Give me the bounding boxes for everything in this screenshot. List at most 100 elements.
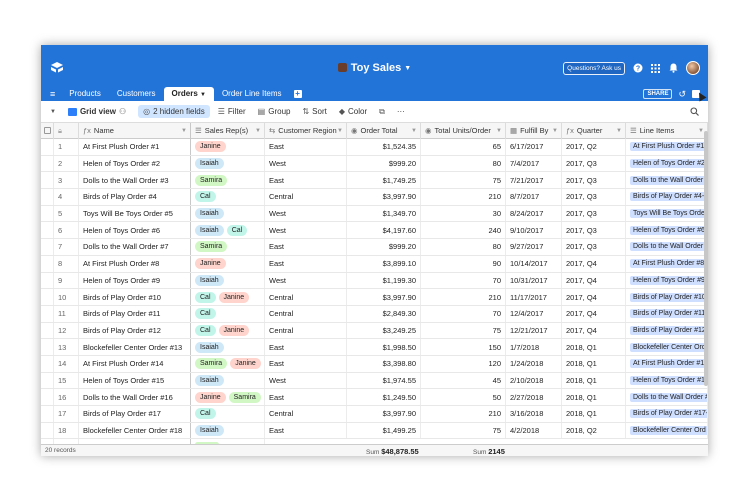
cell-reps[interactable]: Isaiah [191, 339, 265, 355]
cell-lines[interactable]: Birds of Play Order #12- [626, 322, 708, 339]
cell-region[interactable]: East [265, 339, 347, 355]
cell-quarter[interactable]: 2017, Q2 [562, 139, 626, 155]
table-row[interactable]: 10 Birds of Play Order #10 Cal Janine Centra… [41, 289, 708, 306]
row-checkbox-cell[interactable] [41, 239, 54, 255]
bell-icon[interactable] [668, 63, 679, 74]
cell-name[interactable]: Toys Will Be Toys Order #5 [79, 205, 191, 222]
cell-name[interactable]: Helen of Toys Order #6 [79, 222, 191, 239]
cell-units[interactable]: 210 [421, 189, 506, 205]
cell-reps[interactable]: Isaiah [191, 205, 265, 222]
cell-quarter[interactable]: 2017, Q3 [562, 155, 626, 172]
cell-quarter[interactable]: 2018, Q2 [562, 422, 626, 439]
row-checkbox-cell[interactable] [41, 205, 54, 222]
table-row[interactable]: 18 Blockefeller Center Order #18 Isaiah Eas… [41, 422, 708, 440]
cell-fulfill[interactable]: 9/10/2017 [506, 222, 562, 239]
view-switcher-toggle[interactable]: ▼ [50, 109, 56, 115]
cell-quarter[interactable]: 2017, Q4 [562, 255, 626, 272]
cell-reps[interactable]: Cal [191, 406, 265, 422]
cell-lines[interactable]: Birds of Play Order #4- [626, 189, 708, 205]
group-button[interactable]: ▤ Group [258, 107, 291, 116]
cell-name[interactable]: Dolls to the Wall Order #7 [79, 239, 191, 255]
cell-fulfill[interactable]: 6/17/2017 [506, 139, 562, 155]
column-header-total[interactable]: ◉ Order Total ▼ [347, 123, 421, 139]
view-name-button[interactable]: Grid view ⚇ [67, 107, 126, 116]
chevron-down-icon[interactable]: ▼ [496, 123, 502, 139]
more-options-button[interactable]: ··· [397, 107, 405, 116]
cell-units[interactable]: 70 [421, 305, 506, 322]
cell-total[interactable]: $2,849.30 [347, 305, 421, 322]
cell-quarter[interactable]: 2018, Q1 [562, 389, 626, 405]
select-all-checkbox[interactable] [41, 123, 54, 139]
cell-fulfill[interactable]: 2/27/2018 [506, 389, 562, 405]
cell-fulfill[interactable]: 7/4/2017 [506, 155, 562, 172]
cell-lines[interactable]: At First Plush Order #1- [626, 139, 708, 155]
cell-lines[interactable]: Helen of Toys Order #15 [626, 372, 708, 389]
cell-quarter[interactable]: 2018, Q1 [562, 406, 626, 422]
color-button[interactable]: ◆ Color [339, 107, 367, 116]
tab-order-line-items[interactable]: Order Line Items [214, 87, 290, 101]
cell-name[interactable]: Dolls to the Wall Order #3 [79, 172, 191, 189]
cell-region[interactable]: Central [265, 322, 347, 339]
cell-name[interactable]: Dolls to the Wall Order #16 [79, 389, 191, 405]
column-header-region[interactable]: ⇆ Customer Region ▼ [265, 123, 347, 139]
cell-units[interactable]: 150 [421, 339, 506, 355]
cell-total[interactable]: $3,997.90 [347, 189, 421, 205]
tab-orders[interactable]: Orders ▼ [163, 87, 214, 101]
row-checkbox-cell[interactable] [41, 222, 54, 239]
row-checkbox-cell[interactable] [41, 155, 54, 172]
cell-total[interactable]: $1,974.55 [347, 372, 421, 389]
cell-region[interactable]: West [265, 372, 347, 389]
cell-region[interactable]: Central [265, 305, 347, 322]
cell-reps[interactable]: Isaiah Cal [191, 222, 265, 239]
sum-order-total[interactable]: Sum $48,878.55 [366, 447, 419, 456]
hidden-fields-button[interactable]: ◎ 2 hidden fields [138, 105, 210, 118]
cell-total[interactable]: $1,998.50 [347, 339, 421, 355]
ask-us-button[interactable]: Questions? Ask us [563, 61, 625, 75]
row-checkbox-cell[interactable] [41, 322, 54, 339]
cell-name[interactable]: Helen of Toys Order #9 [79, 272, 191, 289]
cell-quarter[interactable]: 2018, Q1 [562, 372, 626, 389]
cell-region[interactable]: Central [265, 406, 347, 422]
column-header-reps[interactable]: ☰ Sales Rep(s) ▼ [191, 123, 265, 139]
cell-lines[interactable]: Dolls to the Wall Order # [626, 239, 708, 255]
column-header-quarter[interactable]: ƒx Quarter ▼ [562, 123, 626, 139]
table-row[interactable]: 1 At First Plush Order #1 Janine East $1,524… [41, 139, 708, 156]
cell-reps[interactable]: Isaiah [191, 272, 265, 289]
cell-quarter[interactable]: 2017, Q3 [562, 189, 626, 205]
cell-region[interactable]: East [265, 355, 347, 372]
table-row[interactable]: 13 Blockefeller Center Order #13 Isaiah Eas… [41, 339, 708, 356]
cell-fulfill[interactable]: 12/4/2017 [506, 305, 562, 322]
cell-reps[interactable]: Janine [191, 255, 265, 272]
table-row[interactable]: 17 Birds of Play Order #17 Cal Central $3,99… [41, 406, 708, 423]
row-checkbox-cell[interactable] [41, 422, 54, 439]
row-checkbox-cell[interactable] [41, 406, 54, 422]
cell-fulfill[interactable]: 12/21/2017 [506, 322, 562, 339]
cell-fulfill[interactable]: 3/16/2018 [506, 406, 562, 422]
chevron-down-icon[interactable]: ▼ [616, 123, 622, 139]
table-row[interactable]: 11 Birds of Play Order #11 Cal Central $2,84… [41, 305, 708, 323]
cell-units[interactable]: 75 [421, 322, 506, 339]
share-button[interactable]: SHARE [643, 89, 673, 99]
cell-region[interactable]: East [265, 389, 347, 405]
cell-fulfill[interactable]: 11/17/2017 [506, 289, 562, 305]
cell-total[interactable]: $1,249.50 [347, 389, 421, 405]
row-checkbox-cell[interactable] [41, 355, 54, 372]
cell-total[interactable]: $1,524.35 [347, 139, 421, 155]
row-checkbox-cell[interactable] [41, 372, 54, 389]
cell-lines[interactable]: Toys Will Be Toys Order [626, 205, 708, 222]
row-checkbox-cell[interactable] [41, 339, 54, 355]
table-row[interactable]: 4 Birds of Play Order #4 Cal Central $3,997.… [41, 189, 708, 206]
row-checkbox-cell[interactable] [41, 272, 54, 289]
cell-total[interactable]: $999.20 [347, 155, 421, 172]
row-checkbox-cell[interactable] [41, 389, 54, 405]
chevron-down-icon[interactable]: ▼ [181, 123, 187, 139]
cell-region[interactable]: West [265, 272, 347, 289]
cell-reps[interactable]: Cal [191, 189, 265, 205]
cell-name[interactable]: Birds of Play Order #4 [79, 189, 191, 205]
cell-units[interactable]: 45 [421, 372, 506, 389]
cell-total[interactable]: $999.20 [347, 239, 421, 255]
cell-units[interactable]: 75 [421, 422, 506, 439]
cell-lines[interactable]: Birds of Play Order #17- [626, 406, 708, 422]
cell-units[interactable]: 210 [421, 289, 506, 305]
cell-quarter[interactable]: 2017, Q3 [562, 205, 626, 222]
